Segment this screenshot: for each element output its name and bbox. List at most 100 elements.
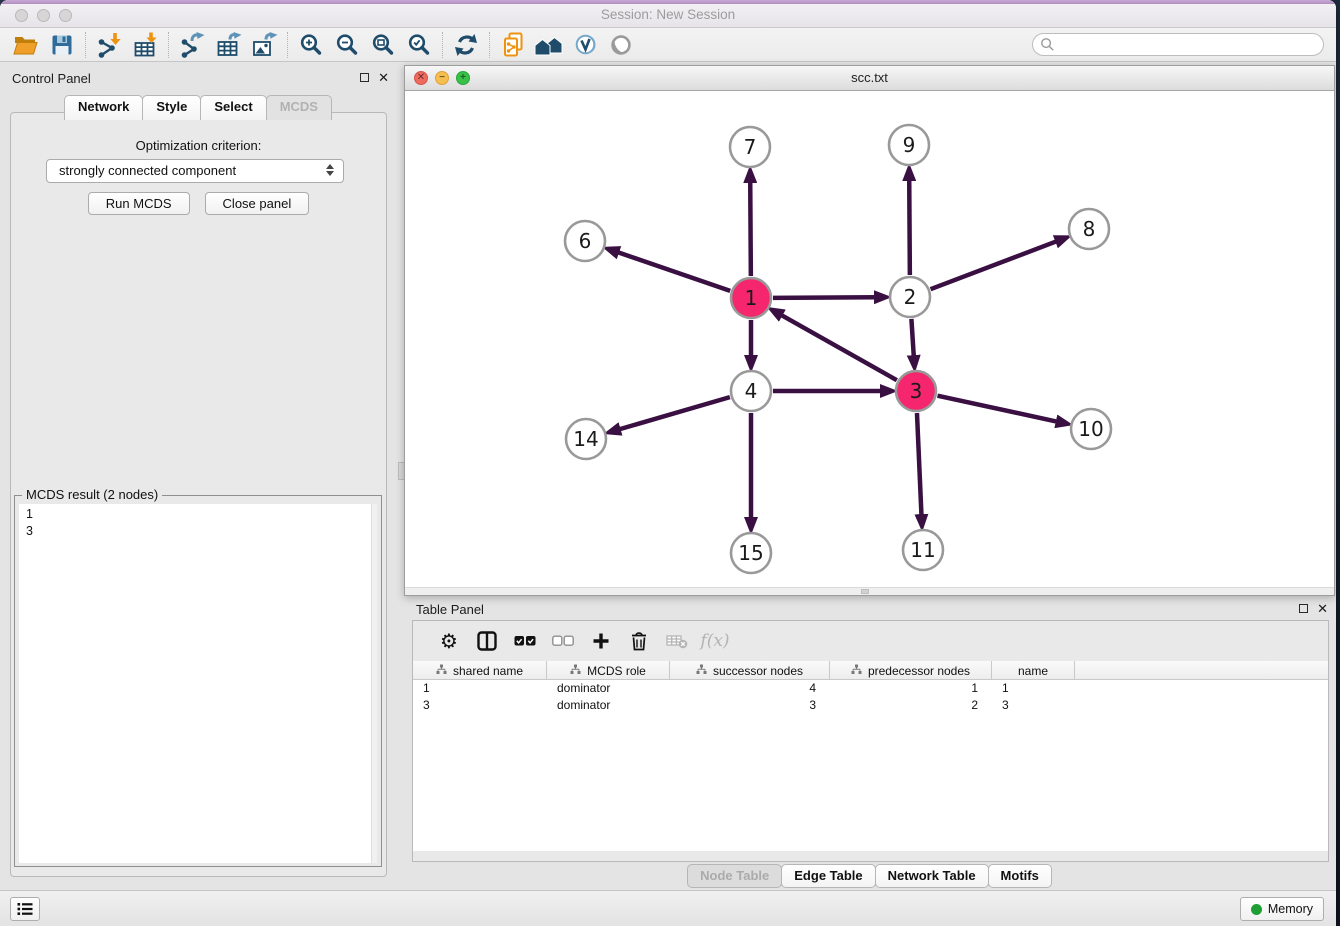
task-history-button[interactable]	[10, 897, 40, 921]
cell-name: 3	[992, 697, 1075, 714]
cell-name: 1	[992, 680, 1075, 697]
control-panel: Control Panel ✕ NetworkStyleSelectMCDS O…	[0, 65, 397, 880]
status-bar: Memory	[0, 890, 1336, 926]
tab-select[interactable]: Select	[200, 95, 266, 120]
zoom-out-icon[interactable]	[329, 30, 365, 60]
export-table-icon[interactable]	[210, 30, 246, 60]
node-table: shared nameMCDS role successor nodes prede…	[413, 661, 1328, 851]
table-row[interactable]: 3dominator323	[413, 697, 1328, 714]
houses-icon[interactable]	[531, 30, 567, 60]
table-panel-title: Table Panel	[416, 602, 484, 617]
network-graph-svg[interactable]: 7 9 6 8 1 2 4 3 14 10 15 11	[405, 91, 1334, 589]
close-panel-icon[interactable]: ✕	[378, 72, 389, 83]
mcds-result-textarea[interactable]: 1 3	[19, 504, 377, 863]
zoom-in-icon[interactable]	[293, 30, 329, 60]
table-tab-network-table[interactable]: Network Table	[875, 864, 989, 888]
graph-node-10[interactable]: 10	[1071, 409, 1111, 449]
title-bar: Session: New Session	[0, 0, 1336, 28]
search-icon	[1040, 37, 1055, 57]
column-label: successor nodes	[713, 664, 803, 678]
network-canvas[interactable]: 7 9 6 8 1 2 4 3 14 10 15 11	[405, 91, 1334, 589]
edge-3-10[interactable]	[937, 396, 1057, 422]
run-mcds-button[interactable]: Run MCDS	[88, 192, 190, 215]
delete-column-icon[interactable]	[620, 626, 658, 656]
export-image-icon[interactable]	[246, 30, 282, 60]
table-tab-edge-table[interactable]: Edge Table	[781, 864, 875, 888]
save-session-icon[interactable]	[44, 30, 80, 60]
memory-button[interactable]: Memory	[1240, 897, 1324, 921]
table-tab-motifs[interactable]: Motifs	[988, 864, 1052, 888]
tab-network[interactable]: Network	[64, 95, 143, 120]
edge-2-9[interactable]	[909, 179, 910, 275]
table-toolbar: ⚙	[413, 621, 1328, 661]
optimization-criterion-value: strongly connected component	[59, 163, 236, 178]
column-header-shared-name[interactable]: shared name	[413, 661, 547, 680]
close-table-panel-icon[interactable]: ✕	[1317, 603, 1328, 614]
svg-text:7: 7	[744, 135, 757, 159]
tab-style[interactable]: Style	[142, 95, 201, 120]
graph-node-4[interactable]: 4	[731, 371, 771, 411]
cell-predecessor-nodes: 1	[830, 680, 992, 697]
network-window: ✕ − + scc.txt 7 9 6 8 1 2 4 3 14 10 15 11	[404, 65, 1335, 596]
edge-1-7[interactable]	[750, 181, 751, 276]
float-panel-icon[interactable]	[360, 73, 369, 82]
delete-table-icon[interactable]	[658, 626, 696, 656]
deselect-all-icon[interactable]	[544, 626, 582, 656]
add-column-icon[interactable]	[582, 626, 620, 656]
settings-gear-icon[interactable]: ⚙	[430, 626, 468, 656]
refresh-icon[interactable]	[448, 30, 484, 60]
network-hscrollbar[interactable]	[405, 587, 1334, 595]
main-toolbar	[0, 28, 1336, 62]
edge-3-11[interactable]	[917, 413, 922, 516]
graph-node-7[interactable]: 7	[730, 127, 770, 167]
graph-node-11[interactable]: 11	[903, 530, 943, 570]
graph-node-1[interactable]: 1	[731, 278, 771, 318]
edge-1-2[interactable]	[773, 297, 876, 298]
export-network-icon[interactable]	[174, 30, 210, 60]
tab-mcds[interactable]: MCDS	[266, 95, 332, 120]
graph-node-8[interactable]: 8	[1069, 209, 1109, 249]
toolbar-separator	[489, 32, 490, 58]
edge-4-14[interactable]	[619, 397, 730, 429]
import-table-icon[interactable]	[127, 30, 163, 60]
column-header-successor-nodes[interactable]: successor nodes	[670, 661, 830, 680]
close-panel-button[interactable]: Close panel	[205, 192, 310, 215]
documents-share-icon[interactable]	[495, 30, 531, 60]
svg-text:6: 6	[579, 229, 592, 253]
select-all-icon[interactable]	[506, 626, 544, 656]
table-tab-node-table[interactable]: Node Table	[687, 864, 782, 888]
edge-1-6[interactable]	[617, 252, 730, 291]
svg-text:2: 2	[904, 285, 917, 309]
cell-mcds-role: dominator	[547, 680, 670, 697]
graph-node-6[interactable]: 6	[565, 221, 605, 261]
svg-text:10: 10	[1078, 417, 1103, 441]
float-table-panel-icon[interactable]	[1299, 604, 1308, 613]
eye-icon[interactable]	[603, 30, 639, 60]
column-header-mcds-role[interactable]: MCDS role	[547, 661, 670, 680]
network-window-titlebar[interactable]: ✕ − + scc.txt	[405, 66, 1334, 91]
column-header-name[interactable]: name	[992, 661, 1075, 680]
cell-shared-name: 3	[413, 697, 547, 714]
edge-2-8[interactable]	[931, 241, 1058, 289]
network-hscroll-grip[interactable]	[861, 589, 869, 594]
zoom-fit-icon[interactable]	[365, 30, 401, 60]
graph-node-3[interactable]: 3	[896, 371, 936, 411]
edge-3-1[interactable]	[781, 315, 897, 381]
open-session-icon[interactable]	[8, 30, 44, 60]
graph-node-14[interactable]: 14	[566, 419, 606, 459]
zoom-selected-icon[interactable]	[401, 30, 437, 60]
mcds-panel: Optimization criterion: strongly connect…	[10, 112, 387, 877]
split-view-icon[interactable]	[468, 626, 506, 656]
optimization-criterion-select[interactable]: strongly connected component	[46, 159, 344, 183]
edge-2-3[interactable]	[911, 319, 913, 357]
graph-node-9[interactable]: 9	[889, 125, 929, 165]
mcds-scrollbar[interactable]	[371, 504, 377, 863]
search-input[interactable]	[1032, 33, 1324, 56]
svg-text:9: 9	[903, 133, 916, 157]
import-network-icon[interactable]	[91, 30, 127, 60]
v-badge-icon[interactable]	[567, 30, 603, 60]
graph-node-15[interactable]: 15	[731, 533, 771, 573]
table-row[interactable]: 1dominator411	[413, 680, 1328, 697]
column-header-predecessor-nodes[interactable]: predecessor nodes	[830, 661, 992, 680]
graph-node-2[interactable]: 2	[890, 277, 930, 317]
